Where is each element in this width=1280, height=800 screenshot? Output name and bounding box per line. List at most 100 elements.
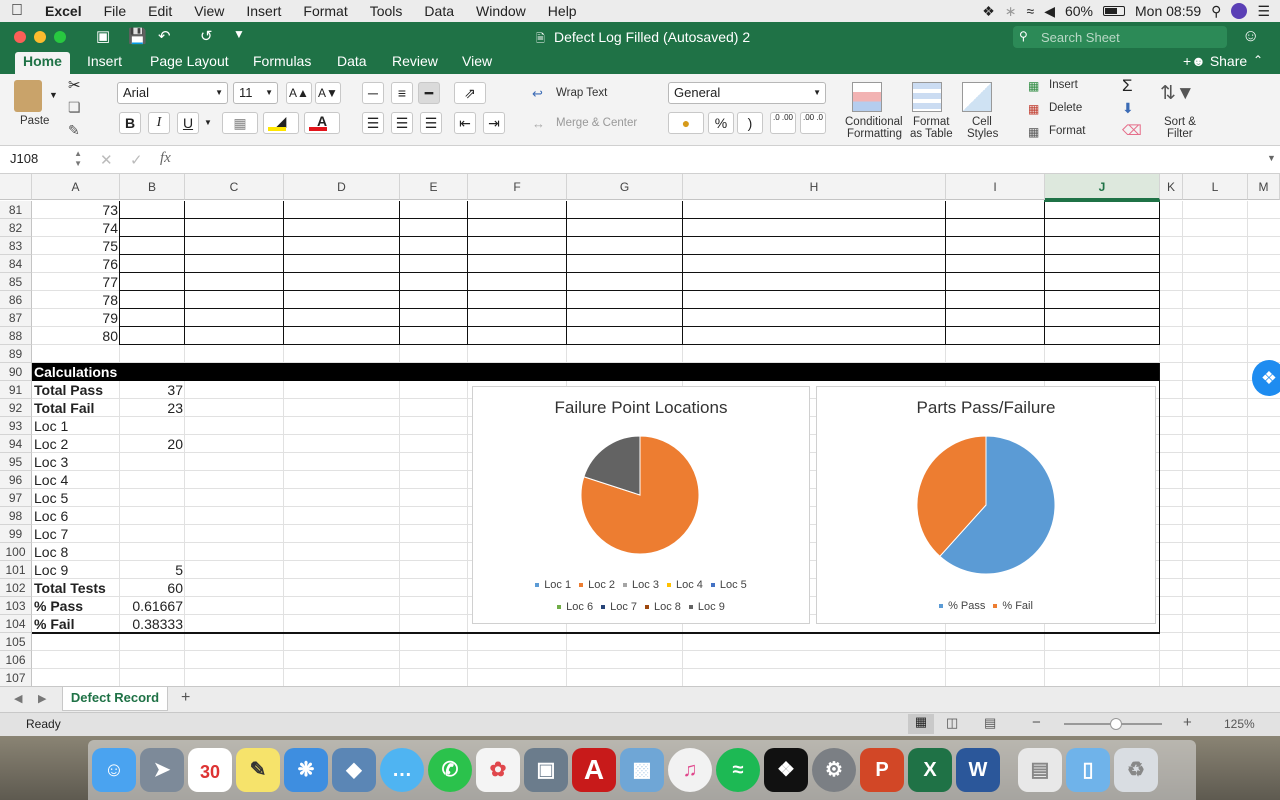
decrease-font-size-icon[interactable]: A▼ (315, 82, 341, 104)
tab-view[interactable]: View (454, 52, 500, 74)
increase-indent-icon[interactable]: ⇥ (483, 112, 505, 134)
menu-file[interactable]: File (93, 3, 138, 19)
font-size-select[interactable]: 11 ▼ (233, 82, 278, 104)
xlsx-file-icon[interactable]: ▤ (1018, 748, 1062, 792)
column-header-m[interactable]: M (1248, 174, 1280, 200)
zoom-slider-handle[interactable] (1110, 718, 1122, 730)
system-preferences-icon[interactable]: ⚙ (812, 748, 856, 792)
conditional-formatting-icon[interactable] (852, 82, 882, 112)
formula-input[interactable] (186, 152, 1246, 170)
format-painter-icon[interactable]: ✎ (68, 122, 80, 139)
increase-decimal-button[interactable]: .0 .00 (770, 112, 796, 134)
column-header-f[interactable]: F (468, 174, 567, 200)
spotlight-icon[interactable]: ⚲ (1211, 3, 1221, 20)
undo-icon[interactable]: ↶ (158, 27, 171, 45)
fill-color-icon[interactable]: ◢ (263, 112, 299, 134)
collapse-ribbon-icon[interactable]: ⌃ (1253, 53, 1263, 67)
row-header[interactable]: 95 (0, 453, 32, 471)
apple-icon[interactable]:  (0, 2, 34, 20)
cell-a[interactable]: Total Pass (32, 381, 120, 399)
cell-a[interactable]: % Fail (32, 615, 120, 633)
conditional-formatting-label-2[interactable]: Formatting (847, 128, 902, 140)
column-header-d[interactable]: D (284, 174, 400, 200)
sheet-tab-defect-record[interactable]: Defect Record (62, 687, 168, 711)
cell-b[interactable] (120, 363, 185, 381)
row-header[interactable]: 82 (0, 219, 32, 237)
row-header[interactable]: 99 (0, 525, 32, 543)
format-as-table-label-2[interactable]: as Table (910, 128, 953, 140)
clock[interactable]: Mon 08:59 (1135, 3, 1201, 19)
menu-data[interactable]: Data (413, 3, 465, 19)
cell-a[interactable] (32, 345, 120, 363)
cancel-formula-icon[interactable]: ✕ (100, 151, 113, 169)
row-header[interactable]: 105 (0, 633, 32, 651)
menu-app-name[interactable]: Excel (34, 3, 93, 19)
excel-icon[interactable]: X (908, 748, 952, 792)
align-center-icon[interactable]: ☰ (391, 112, 413, 134)
tab-review[interactable]: Review (384, 52, 446, 74)
normal-view-icon[interactable]: ▦ (908, 714, 934, 734)
cell-b[interactable] (120, 273, 185, 291)
cell-b[interactable]: 23 (120, 399, 185, 417)
cell-a[interactable]: 73 (32, 201, 120, 219)
delete-cells-button[interactable]: Delete (1049, 102, 1082, 114)
row-header[interactable]: 102 (0, 579, 32, 597)
row-header[interactable]: 90 (0, 363, 32, 381)
cell-b[interactable] (120, 201, 185, 219)
cell-b[interactable]: 5 (120, 561, 185, 579)
customize-toolbar-icon[interactable]: ▼ (233, 27, 245, 41)
cell-b[interactable] (120, 507, 185, 525)
worksheet-grid[interactable]: ABCDEFGHIJKLM 81 73 82 74 83 75 84 76 85 77 86 78 87… (0, 174, 1280, 686)
page-layout-view-icon[interactable]: ◫ (946, 715, 958, 731)
row-header[interactable]: 94 (0, 435, 32, 453)
stickies-icon[interactable]: ✎ (236, 748, 280, 792)
sort-filter-label-2[interactable]: Filter (1167, 128, 1193, 140)
row-header[interactable]: 92 (0, 399, 32, 417)
spotify-icon[interactable]: ≈ (716, 748, 760, 792)
dropbox-icon[interactable]: ❖ (982, 3, 995, 20)
conditional-formatting-label[interactable]: Conditional (845, 116, 903, 128)
align-left-icon[interactable]: ☰ (362, 112, 384, 134)
font-name-select[interactable]: Arial ▼ (117, 82, 228, 104)
row-header[interactable]: 93 (0, 417, 32, 435)
cell-b[interactable] (120, 525, 185, 543)
cell-b[interactable] (120, 417, 185, 435)
cell-styles-label-2[interactable]: Styles (967, 128, 998, 140)
decrease-decimal-button[interactable]: .00 .0 (800, 112, 826, 134)
row-header[interactable]: 87 (0, 309, 32, 327)
tab-formulas[interactable]: Formulas (245, 52, 319, 74)
cell-b[interactable]: 37 (120, 381, 185, 399)
tab-home[interactable]: Home (15, 52, 70, 74)
cell-b[interactable]: 20 (120, 435, 185, 453)
cut-icon[interactable]: ✂ (68, 76, 81, 94)
menu-tools[interactable]: Tools (359, 3, 414, 19)
prev-sheet-icon[interactable]: ◀ (14, 692, 22, 705)
cell-b[interactable] (120, 669, 185, 686)
cell-a[interactable]: 79 (32, 309, 120, 327)
menu-format[interactable]: Format (292, 3, 358, 19)
row-header[interactable]: 86 (0, 291, 32, 309)
cell-a[interactable]: Loc 7 (32, 525, 120, 543)
cell-b[interactable]: 0.61667 (120, 597, 185, 615)
volume-icon[interactable]: ◀ (1044, 3, 1055, 20)
finder-icon[interactable]: ☺ (92, 748, 136, 792)
cell-a[interactable]: Loc 2 (32, 435, 120, 453)
align-middle-icon[interactable]: ≡ (391, 82, 413, 104)
percent-style-button[interactable]: % (708, 112, 734, 134)
row-header[interactable]: 107 (0, 669, 32, 686)
cell-b[interactable] (120, 291, 185, 309)
paste-dropdown-icon[interactable]: ▼ (49, 90, 58, 100)
notification-center-icon[interactable]: ☰ (1257, 3, 1270, 20)
row-header[interactable]: 103 (0, 597, 32, 615)
cell-a[interactable]: Loc 9 (32, 561, 120, 579)
chart-failure-point-locations[interactable]: Failure Point Locations Loc 1 Loc 2 Loc 3L… (472, 386, 810, 624)
comma-style-button[interactable]: ) (737, 112, 763, 134)
cell-a[interactable]: 77 (32, 273, 120, 291)
column-header-g[interactable]: G (567, 174, 683, 200)
column-header-l[interactable]: L (1183, 174, 1248, 200)
wifi-icon[interactable]: ≈ (1027, 3, 1035, 19)
add-sheet-button[interactable]: + (181, 689, 190, 707)
powerpoint-icon[interactable]: P (860, 748, 904, 792)
cell-a[interactable]: 76 (32, 255, 120, 273)
cell-styles-icon[interactable] (962, 82, 992, 112)
